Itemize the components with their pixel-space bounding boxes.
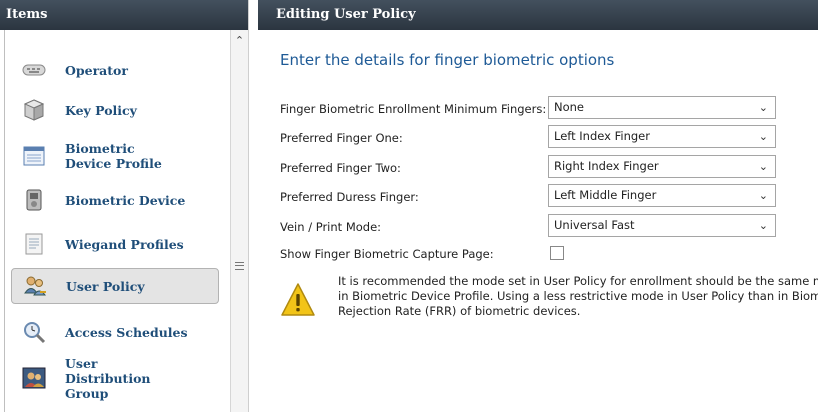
magnifier-clock-icon [24, 322, 46, 344]
chevron-down-icon: ⌄ [758, 160, 768, 173]
field-label-show-capture-page: Show Finger Biometric Capture Page: [280, 247, 494, 261]
min-fingers-select[interactable]: None ⌄ [548, 96, 776, 119]
sidebar-item-wiegand-profiles[interactable]: Wiegand Profiles [11, 226, 219, 262]
scroll-grip[interactable] [235, 262, 244, 270]
field-label-preferred-finger-one: Preferred Finger One: [280, 131, 403, 145]
chevron-down-icon: ⌄ [758, 130, 768, 143]
show-capture-page-checkbox[interactable] [550, 246, 564, 260]
chevron-up-icon[interactable]: ⌃ [231, 34, 248, 48]
sidebar-item-operator[interactable]: Operator [11, 52, 219, 88]
preferred-finger-one-select[interactable]: Left Index Finger ⌄ [548, 125, 776, 148]
select-value: Universal Fast [554, 218, 635, 232]
sidebar-item-biometric-device[interactable]: Biometric Device [11, 182, 219, 218]
keyboard-icon [22, 64, 46, 76]
field-label-min-fingers: Finger Biometric Enrollment Minimum Fing… [280, 102, 547, 116]
select-value: Left Middle Finger [554, 188, 657, 202]
warning-line: Rejection Rate (FRR) of biometric device… [338, 304, 581, 318]
biometric-reader-icon [26, 189, 42, 211]
chevron-down-icon: ⌄ [758, 189, 768, 202]
editing-panel: Editing User Policy Enter the details fo… [258, 0, 818, 412]
sidebar-item-key-policy[interactable]: Key Policy [11, 92, 219, 128]
items-scrollbar[interactable]: ⌃ [230, 30, 248, 412]
sidebar-item-label: Access Schedules [65, 324, 188, 340]
sidebar-item-access-schedules[interactable]: Access Schedules [11, 314, 219, 350]
sidebar-item-user-distribution-group[interactable]: User Distribution Group [11, 356, 219, 401]
editing-panel-header: Editing User Policy [258, 0, 818, 30]
items-panel-header: Items [0, 0, 248, 30]
cube-icon [23, 99, 45, 121]
sidebar-item-label: Biometric Device [65, 192, 186, 208]
sidebar-item-label: User Distribution Group [65, 355, 151, 401]
sidebar-item-label: Key Policy [65, 102, 137, 118]
sidebar-item-label: User Policy [66, 278, 145, 294]
chevron-down-icon: ⌄ [758, 101, 768, 114]
select-value: None [554, 100, 585, 114]
users-key-icon [24, 276, 47, 296]
duress-finger-select[interactable]: Left Middle Finger ⌄ [548, 184, 776, 207]
field-label-duress-finger: Preferred Duress Finger: [280, 190, 419, 204]
sidebar-item-label: Wiegand Profiles [65, 236, 184, 252]
warning-message: It is recommended the mode set in User P… [338, 274, 818, 319]
field-label-vein-print-mode: Vein / Print Mode: [280, 220, 382, 234]
chevron-down-icon: ⌄ [758, 219, 768, 232]
document-icon [25, 233, 43, 255]
preferred-finger-two-select[interactable]: Right Index Finger ⌄ [548, 155, 776, 178]
sidebar-item-biometric-device-profile[interactable]: Biometric Device Profile [11, 138, 219, 174]
vein-print-mode-select[interactable]: Universal Fast ⌄ [548, 214, 776, 237]
items-panel: Items Operator Key Policy Biometric Devi… [0, 0, 248, 412]
field-label-preferred-finger-two: Preferred Finger Two: [280, 161, 401, 175]
sidebar-item-label: Operator [65, 62, 128, 78]
select-value: Left Index Finger [554, 129, 650, 143]
group-photo-icon [22, 367, 46, 389]
warning-icon [281, 283, 315, 316]
warning-line: in Biometric Device Profile. Using a les… [338, 289, 818, 303]
profile-window-icon [23, 146, 45, 166]
form-title: Enter the details for finger biometric o… [280, 51, 615, 69]
items-list: Operator Key Policy Biometric Device Pro… [4, 30, 248, 412]
warning-line: It is recommended the mode set in User P… [338, 274, 818, 288]
sidebar-item-user-policy[interactable]: User Policy [11, 268, 219, 304]
select-value: Right Index Finger [554, 159, 659, 173]
sidebar-item-label: Biometric Device Profile [65, 141, 162, 171]
panel-divider[interactable] [248, 0, 258, 412]
